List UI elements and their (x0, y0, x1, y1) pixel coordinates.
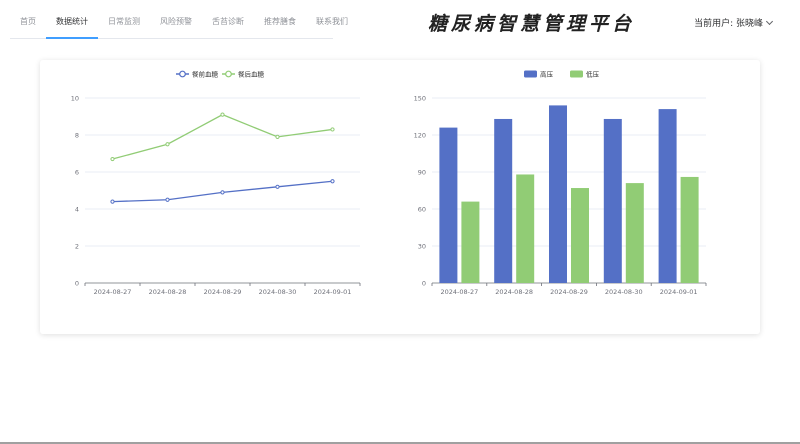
y-tick-label: 150 (414, 95, 426, 103)
blood-pressure-bar-chart: 高压 低压 0 30 60 90 120 150 2024-08-27 2024-08-28 202… (414, 70, 707, 296)
data-point (220, 112, 225, 117)
top-bar: 首页 数据统计 日常监测 风险预警 舌苔诊断 推荐膳食 联系我们 糖尿病智慧管理平台 当前用… (0, 0, 800, 42)
nav-item-5[interactable]: 推荐膳食 (254, 10, 306, 39)
legend-marker-icon (225, 70, 232, 78)
x-tick-label: 2024-09-01 (314, 288, 352, 296)
x-tick-label: 2024-08-28 (149, 288, 187, 296)
bar (603, 118, 622, 283)
data-point (330, 127, 335, 132)
y-tick-label: 2 (75, 243, 79, 251)
bar (625, 183, 644, 283)
x-tick-label: 2024-08-27 (94, 288, 132, 296)
x-tick-label: 2024-08-29 (550, 288, 588, 296)
data-point (220, 190, 225, 195)
nav-item-0[interactable]: 首页 (10, 10, 46, 39)
data-point (165, 197, 170, 202)
data-point (275, 184, 280, 189)
bar (549, 105, 567, 284)
y-tick-label: 10 (71, 95, 79, 103)
bar (680, 176, 699, 283)
nav-item-2[interactable]: 日常监测 (98, 10, 150, 39)
chevron-down-icon (765, 17, 774, 26)
legend-swatch-icon (570, 70, 583, 78)
x-tick-label: 2024-08-30 (605, 288, 643, 296)
data-point (275, 134, 280, 139)
series-line (112, 113, 333, 160)
x-tick-label: 2024-08-30 (259, 288, 297, 296)
nav-item-3[interactable]: 风险预警 (150, 10, 202, 39)
legend-label: 低压 (586, 70, 600, 79)
y-tick-label: 0 (422, 280, 426, 288)
y-tick-label: 0 (75, 280, 79, 288)
legend-label: 餐前血糖 (192, 70, 219, 79)
y-tick-label: 30 (418, 243, 426, 251)
main-nav: 首页 数据统计 日常监测 风险预警 舌苔诊断 推荐膳食 联系我们 (10, 10, 348, 39)
legend-swatch-icon (524, 70, 537, 78)
y-tick-label: 60 (418, 206, 426, 214)
data-point (110, 199, 115, 204)
legend-label: 餐后血糖 (238, 70, 265, 79)
stats-card: 餐前血糖 餐后血糖 0 2 4 6 8 10 2024-08-27 2024-08-28 2024-… (40, 60, 760, 334)
user-menu[interactable]: 当前用户: 张晓峰 (694, 16, 774, 29)
x-tick-label: 2024-09-01 (660, 288, 698, 296)
y-tick-label: 6 (75, 169, 79, 177)
data-point (165, 142, 170, 147)
blood-sugar-line-chart: 餐前血糖 餐后血糖 0 2 4 6 8 10 2024-08-27 2024-08-28 2024-… (71, 70, 361, 296)
y-tick-label: 90 (418, 169, 426, 177)
bar (516, 174, 535, 283)
x-tick-label: 2024-08-27 (441, 288, 479, 296)
x-tick-label: 2024-08-28 (495, 288, 533, 296)
charts-svg: 餐前血糖 餐后血糖 0 2 4 6 8 10 2024-08-27 2024-08-28 2024-… (71, 70, 707, 296)
user-label: 当前用户: 张晓峰 (694, 19, 763, 29)
legend-marker-icon (179, 70, 186, 78)
x-tick-label: 2024-08-29 (204, 288, 242, 296)
y-tick-label: 4 (75, 206, 79, 214)
nav-item-6[interactable]: 联系我们 (306, 10, 358, 39)
data-point (330, 179, 335, 184)
nav-item-1[interactable]: 数据统计 (46, 10, 98, 39)
bar (494, 118, 513, 283)
bar (571, 188, 589, 283)
nav-item-4[interactable]: 舌苔诊断 (202, 10, 254, 39)
y-tick-label: 120 (414, 132, 426, 140)
legend-label: 高压 (540, 70, 554, 79)
bar (461, 201, 480, 283)
bar (439, 127, 458, 283)
bar (658, 109, 677, 283)
y-tick-label: 8 (75, 132, 79, 140)
data-point (110, 156, 115, 162)
app-title: 糖尿病智慧管理平台 (428, 13, 636, 35)
